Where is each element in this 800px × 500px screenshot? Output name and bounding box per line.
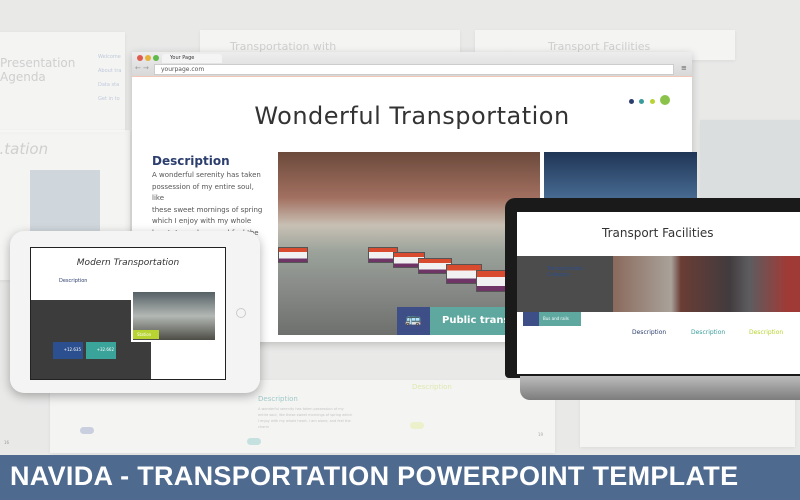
- laptop-base: [520, 376, 800, 400]
- title-banner: NAVIDA - TRANSPORTATION POWERPOINT TEMPL…: [0, 455, 800, 500]
- bg-page-number: 16: [4, 440, 10, 445]
- description-line: A wonderful serenity has taken: [152, 171, 261, 179]
- bg-agenda-item: Welcome: [98, 54, 121, 60]
- description-line: these sweet mornings of spring: [152, 205, 263, 214]
- description-heading: Description: [152, 154, 230, 168]
- panel-title: Transportation Category: [547, 266, 584, 278]
- column-heading: Description: [691, 329, 726, 336]
- description-line: possession of my entire soul, like: [152, 182, 254, 203]
- bg-agenda-item: Get in to: [98, 96, 120, 102]
- stat-box: +32.662: [86, 342, 116, 359]
- tablet-device: Modern Transportation Description +12.63…: [10, 231, 260, 393]
- browser-chrome: Your Page ← → yourpage.com ≡: [132, 52, 692, 77]
- station-label: Station: [133, 330, 159, 339]
- bus-icon: 🚌: [397, 307, 430, 335]
- bg-page-number: 19: [538, 432, 544, 437]
- tablet-home-button[interactable]: [236, 308, 246, 318]
- dot-icon: [629, 99, 634, 104]
- slide-title: Wonderful Transportation: [254, 102, 570, 130]
- maximize-window-button[interactable]: [153, 55, 159, 61]
- bg-agenda-title: Presentation Agenda: [0, 56, 76, 84]
- browser-tab[interactable]: Your Page: [162, 54, 222, 63]
- tab-icon[interactable]: [523, 312, 539, 326]
- back-icon[interactable]: ←: [135, 64, 141, 72]
- bg-left-title: ...tation: [0, 140, 49, 158]
- tablet-description-heading: Description: [59, 278, 88, 284]
- bg-description: Description: [258, 395, 298, 403]
- dot-icon: [650, 99, 655, 104]
- laptop-device: Transport Facilities Transportation Cate…: [505, 198, 800, 378]
- tab-bus-rails[interactable]: Bus and rails: [539, 312, 581, 326]
- column-heading: Description: [749, 329, 784, 336]
- dot-icon: [639, 99, 644, 104]
- address-bar[interactable]: yourpage.com: [154, 64, 674, 75]
- bg-text: A wonderful serenity has taken possessio…: [258, 407, 353, 429]
- laptop-photos: [613, 256, 800, 312]
- tablet-screen: Modern Transportation Description +12.63…: [30, 247, 226, 380]
- menu-icon[interactable]: ≡: [681, 64, 687, 72]
- column-heading: Description: [632, 329, 667, 336]
- description-line: which I enjoy with my whole: [152, 217, 252, 225]
- bg-slide-bottom-right: [580, 395, 795, 447]
- bg-slide-agenda: Presentation Agenda Welcome About tra Da…: [0, 32, 125, 132]
- secondary-photo: [544, 152, 697, 202]
- bg-agenda-item: Data sta: [98, 82, 120, 88]
- minimize-window-button[interactable]: [145, 55, 151, 61]
- forward-icon[interactable]: →: [143, 64, 149, 72]
- tablet-slide-title: Modern Transportation: [76, 258, 180, 268]
- leaf-logo-icon: [660, 95, 670, 105]
- laptop-slide-title: Transport Facilities: [602, 226, 714, 240]
- bg-description: Description: [412, 383, 452, 391]
- bg-slide-right: [700, 120, 800, 210]
- laptop-screen: Transport Facilities Transportation Cate…: [517, 212, 800, 374]
- stat-box: +12.635: [53, 342, 83, 359]
- close-window-button[interactable]: [137, 55, 143, 61]
- bg-agenda-item: About tra: [98, 68, 122, 74]
